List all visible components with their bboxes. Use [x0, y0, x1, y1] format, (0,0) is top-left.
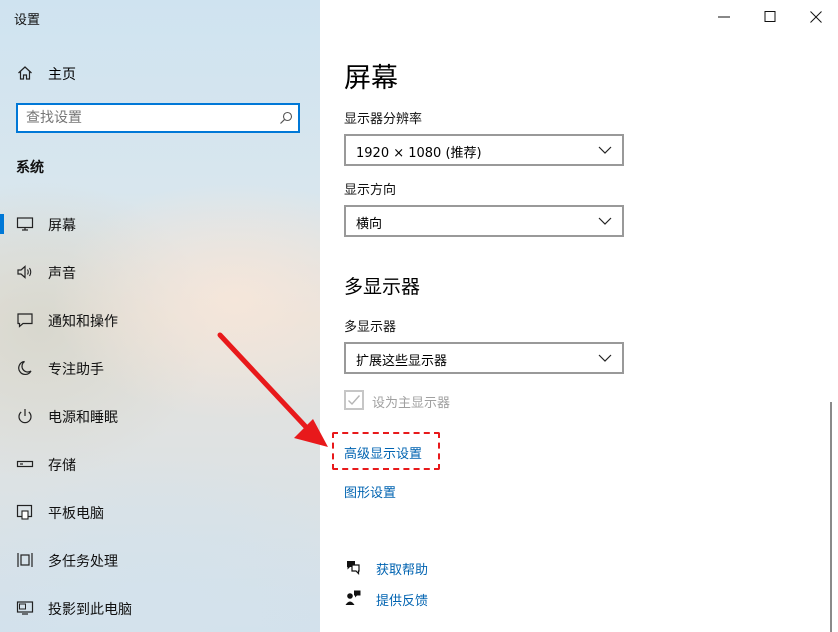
speaker-icon: [17, 265, 32, 279]
search-box[interactable]: [16, 103, 300, 133]
multi-display-value: 扩展这些显示器: [356, 354, 448, 369]
app-title: 设置: [14, 13, 41, 28]
multitask-icon: [17, 553, 33, 567]
multi-display-heading: 多显示器: [344, 276, 421, 298]
annotation-highlight-box: [332, 432, 440, 470]
feedback-person-icon: [345, 590, 361, 605]
sidebar-item-sound[interactable]: 声音: [0, 252, 320, 292]
power-icon: [18, 409, 32, 424]
annotation-arrow-icon: [217, 332, 328, 447]
primary-display-label: 设为主显示器: [372, 396, 451, 411]
primary-display-checkbox[interactable]: 设为主显示器: [344, 390, 544, 412]
multi-display-label: 多显示器: [344, 320, 397, 335]
orientation-dropdown[interactable]: 横向: [344, 205, 624, 237]
nav-home-label: 主页: [48, 67, 76, 83]
notification-icon: [17, 313, 33, 328]
nav-home[interactable]: 主页: [0, 58, 320, 88]
resolution-dropdown[interactable]: 1920 × 1080 (推荐): [344, 134, 624, 166]
moon-icon: [18, 360, 32, 375]
orientation-label: 显示方向: [344, 183, 397, 198]
orientation-value: 横向: [356, 217, 383, 232]
sidebar-item-display[interactable]: 屏幕: [0, 204, 320, 244]
checkbox-box[interactable]: [344, 390, 364, 410]
maximize-button[interactable]: [760, 8, 780, 26]
get-help-link[interactable]: 获取帮助: [344, 557, 544, 579]
storage-icon: [16, 460, 34, 468]
monitor-icon: [16, 217, 34, 231]
main-content: 屏幕 显示器分辨率 1920 × 1080 (推荐) 显示方向 横向 多显示器 …: [320, 0, 838, 632]
sidebar-item-multitasking[interactable]: 多任务处理: [0, 540, 320, 580]
sidebar-item-label: 通知和操作: [48, 314, 118, 330]
sidebar-item-project[interactable]: 投影到此电脑: [0, 588, 320, 628]
minimize-button[interactable]: [714, 8, 734, 26]
multi-display-dropdown[interactable]: 扩展这些显示器: [344, 342, 624, 374]
sidebar-item-label: 声音: [48, 266, 76, 282]
sidebar-item-storage[interactable]: 存储: [0, 444, 320, 484]
give-feedback-link[interactable]: 提供反馈: [344, 588, 544, 610]
close-button[interactable]: [806, 8, 826, 26]
sidebar-item-label: 投影到此电脑: [48, 602, 132, 618]
tablet-icon: [16, 504, 33, 520]
sidebar-item-label: 专注助手: [48, 362, 104, 378]
page-title: 屏幕: [344, 63, 398, 94]
section-label: 系统: [16, 160, 44, 176]
search-input[interactable]: [26, 109, 266, 127]
sidebar-item-label: 平板电脑: [48, 506, 104, 522]
sidebar: 设置 主页 系统 屏幕 声音 通: [0, 0, 320, 632]
give-feedback-label: 提供反馈: [376, 594, 429, 609]
graphics-settings-link[interactable]: 图形设置: [344, 482, 396, 501]
chevron-down-icon: [598, 146, 612, 154]
home-icon: [18, 66, 32, 80]
get-help-label: 获取帮助: [376, 563, 429, 578]
project-icon: [16, 601, 34, 615]
scrollbar[interactable]: [830, 402, 832, 632]
sidebar-item-label: 多任务处理: [48, 554, 118, 570]
sidebar-item-label: 屏幕: [48, 218, 76, 234]
sidebar-item-label: 电源和睡眠: [48, 410, 118, 426]
chevron-down-icon: [598, 217, 612, 225]
resolution-label: 显示器分辨率: [344, 112, 423, 127]
sidebar-item-tablet[interactable]: 平板电脑: [0, 492, 320, 532]
help-chat-icon: [347, 561, 360, 575]
resolution-value: 1920 × 1080 (推荐): [356, 146, 482, 161]
search-icon[interactable]: [279, 111, 293, 125]
sidebar-item-label: 存储: [48, 458, 76, 474]
active-indicator: [0, 214, 4, 234]
chevron-down-icon: [598, 354, 612, 362]
checkmark-icon: [348, 395, 361, 406]
